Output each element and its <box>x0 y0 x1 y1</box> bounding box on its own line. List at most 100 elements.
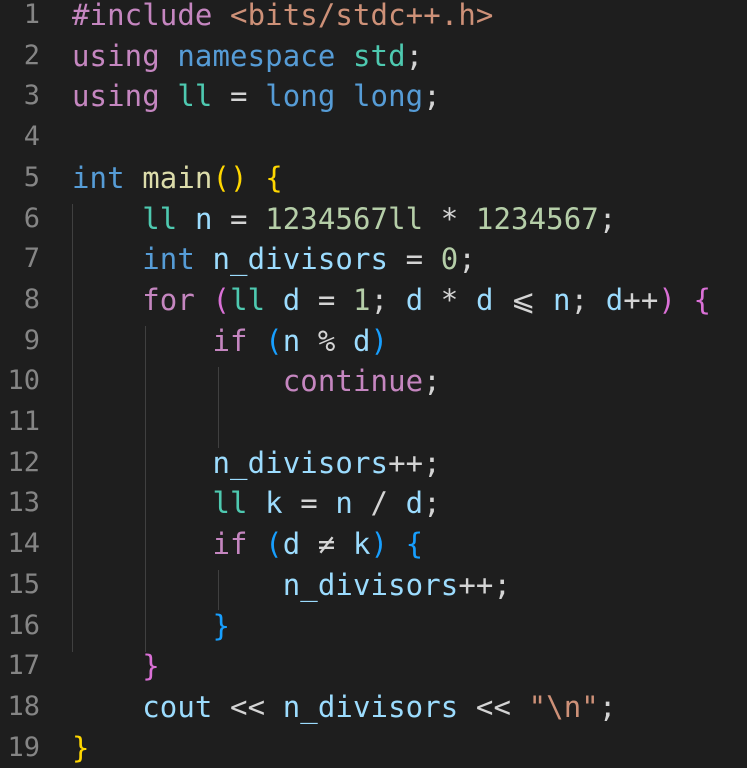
code-token: ( <box>212 282 231 317</box>
code-token: % <box>300 323 353 358</box>
code-line[interactable]: 1 #include <bits/stdc++.h> <box>0 0 747 36</box>
code-token: * <box>423 282 476 317</box>
line-number: 2 <box>23 39 40 71</box>
code-token: { <box>405 527 424 562</box>
code-token: / <box>352 486 406 521</box>
code-token: long long <box>265 79 424 114</box>
code-text[interactable]: using ll = long long; <box>72 76 441 117</box>
code-text[interactable]: int n_divisors = 0; <box>72 239 476 280</box>
code-line[interactable]: 3 using ll = long long; <box>0 76 747 117</box>
code-token: ll <box>142 201 178 236</box>
code-token: d <box>352 323 371 358</box>
code-line[interactable]: 8 for (ll d = 1; d * d ⩽ n; d++) { <box>0 280 747 321</box>
code-line[interactable]: 15 n_divisors++; <box>0 565 747 606</box>
code-line[interactable]: 16 } <box>0 606 747 647</box>
code-text[interactable]: if (d ≠ k) { <box>72 524 423 565</box>
line-number: 19 <box>7 731 40 763</box>
code-token: ++ <box>458 567 494 602</box>
code-line[interactable]: 2 using namespace std; <box>0 36 747 77</box>
code-line[interactable]: 11 <box>0 402 747 443</box>
line-number: 14 <box>7 528 40 560</box>
code-text[interactable]: #include <bits/stdc++.h> <box>72 0 493 36</box>
code-line[interactable]: 6 ll n = 1234567ll * 1234567; <box>0 199 747 240</box>
code-text[interactable]: int main() { <box>72 158 283 199</box>
code-text[interactable]: n_divisors++; <box>72 443 441 484</box>
code-text[interactable]: ll k = n / d; <box>72 483 441 524</box>
code-token: ) <box>370 323 389 358</box>
code-token: continue <box>282 364 424 399</box>
code-text[interactable]: ll n = 1234567ll * 1234567; <box>72 199 616 240</box>
code-text[interactable]: n_divisors++; <box>72 565 511 606</box>
code-line[interactable]: 10 continue; <box>0 361 747 402</box>
code-token: } <box>72 730 90 765</box>
code-token: cout <box>142 689 213 724</box>
code-token: { <box>265 160 283 195</box>
code-token: = <box>282 486 336 521</box>
line-number: 15 <box>7 568 40 600</box>
code-token: <bits/stdc++.h> <box>230 0 494 32</box>
code-token: } <box>212 608 231 643</box>
code-token: d <box>605 282 624 317</box>
code-token: d <box>405 486 424 521</box>
code-token: n <box>335 486 353 521</box>
code-line[interactable]: 5 int main() { <box>0 158 747 199</box>
code-token: ; <box>493 567 512 602</box>
code-line[interactable]: 17 } <box>0 646 747 687</box>
line-number: 6 <box>23 202 40 234</box>
code-token: d <box>282 527 301 562</box>
code-line[interactable]: 14 if (d ≠ k) { <box>0 524 747 565</box>
line-number: 16 <box>7 609 40 641</box>
code-token: << <box>458 689 529 724</box>
code-line[interactable]: 7 int n_divisors = 0; <box>0 239 747 280</box>
line-number: 12 <box>7 446 40 478</box>
line-number: 1 <box>23 0 40 30</box>
code-token: ll <box>212 486 248 521</box>
code-text[interactable]: } <box>72 646 160 687</box>
code-token: #include <box>72 0 231 32</box>
code-line[interactable]: 19} <box>0 728 747 768</box>
code-line[interactable]: 12 n_divisors++; <box>0 443 747 484</box>
code-token: d <box>405 282 424 317</box>
code-text[interactable]: for (ll d = 1; d * d ⩽ n; d++) { <box>72 280 711 321</box>
line-number: 18 <box>7 690 40 722</box>
code-text[interactable]: } <box>72 728 90 768</box>
code-line[interactable]: 13 ll k = n / d; <box>0 483 747 524</box>
code-text[interactable]: using namespace std; <box>72 36 423 77</box>
code-token: int <box>72 160 125 195</box>
code-token: n_divisors <box>282 567 459 602</box>
code-token: = <box>300 282 353 317</box>
code-token: ) <box>658 282 676 317</box>
code-text[interactable]: if (n % d) <box>72 321 388 362</box>
code-token: = <box>212 79 266 114</box>
code-text[interactable]: cout << n_divisors << "\n"; <box>72 687 616 728</box>
code-line[interactable]: 18 cout << n_divisors << "\n"; <box>0 687 747 728</box>
code-line[interactable]: 9 if (n % d) <box>0 321 747 362</box>
code-token: ( <box>265 527 283 562</box>
code-token: n <box>194 201 213 236</box>
code-editor[interactable]: 1 #include <bits/stdc++.h> 2 using namespac… <box>0 0 747 768</box>
code-text[interactable]: continue; <box>72 361 441 402</box>
code-line[interactable]: 4 <box>0 117 747 158</box>
code-token: if <box>212 323 248 358</box>
code-token: n_divisors <box>282 689 459 724</box>
code-token: int <box>142 242 195 277</box>
code-token: = <box>212 201 266 236</box>
code-token: ; <box>423 486 441 521</box>
code-text[interactable]: } <box>72 606 230 647</box>
